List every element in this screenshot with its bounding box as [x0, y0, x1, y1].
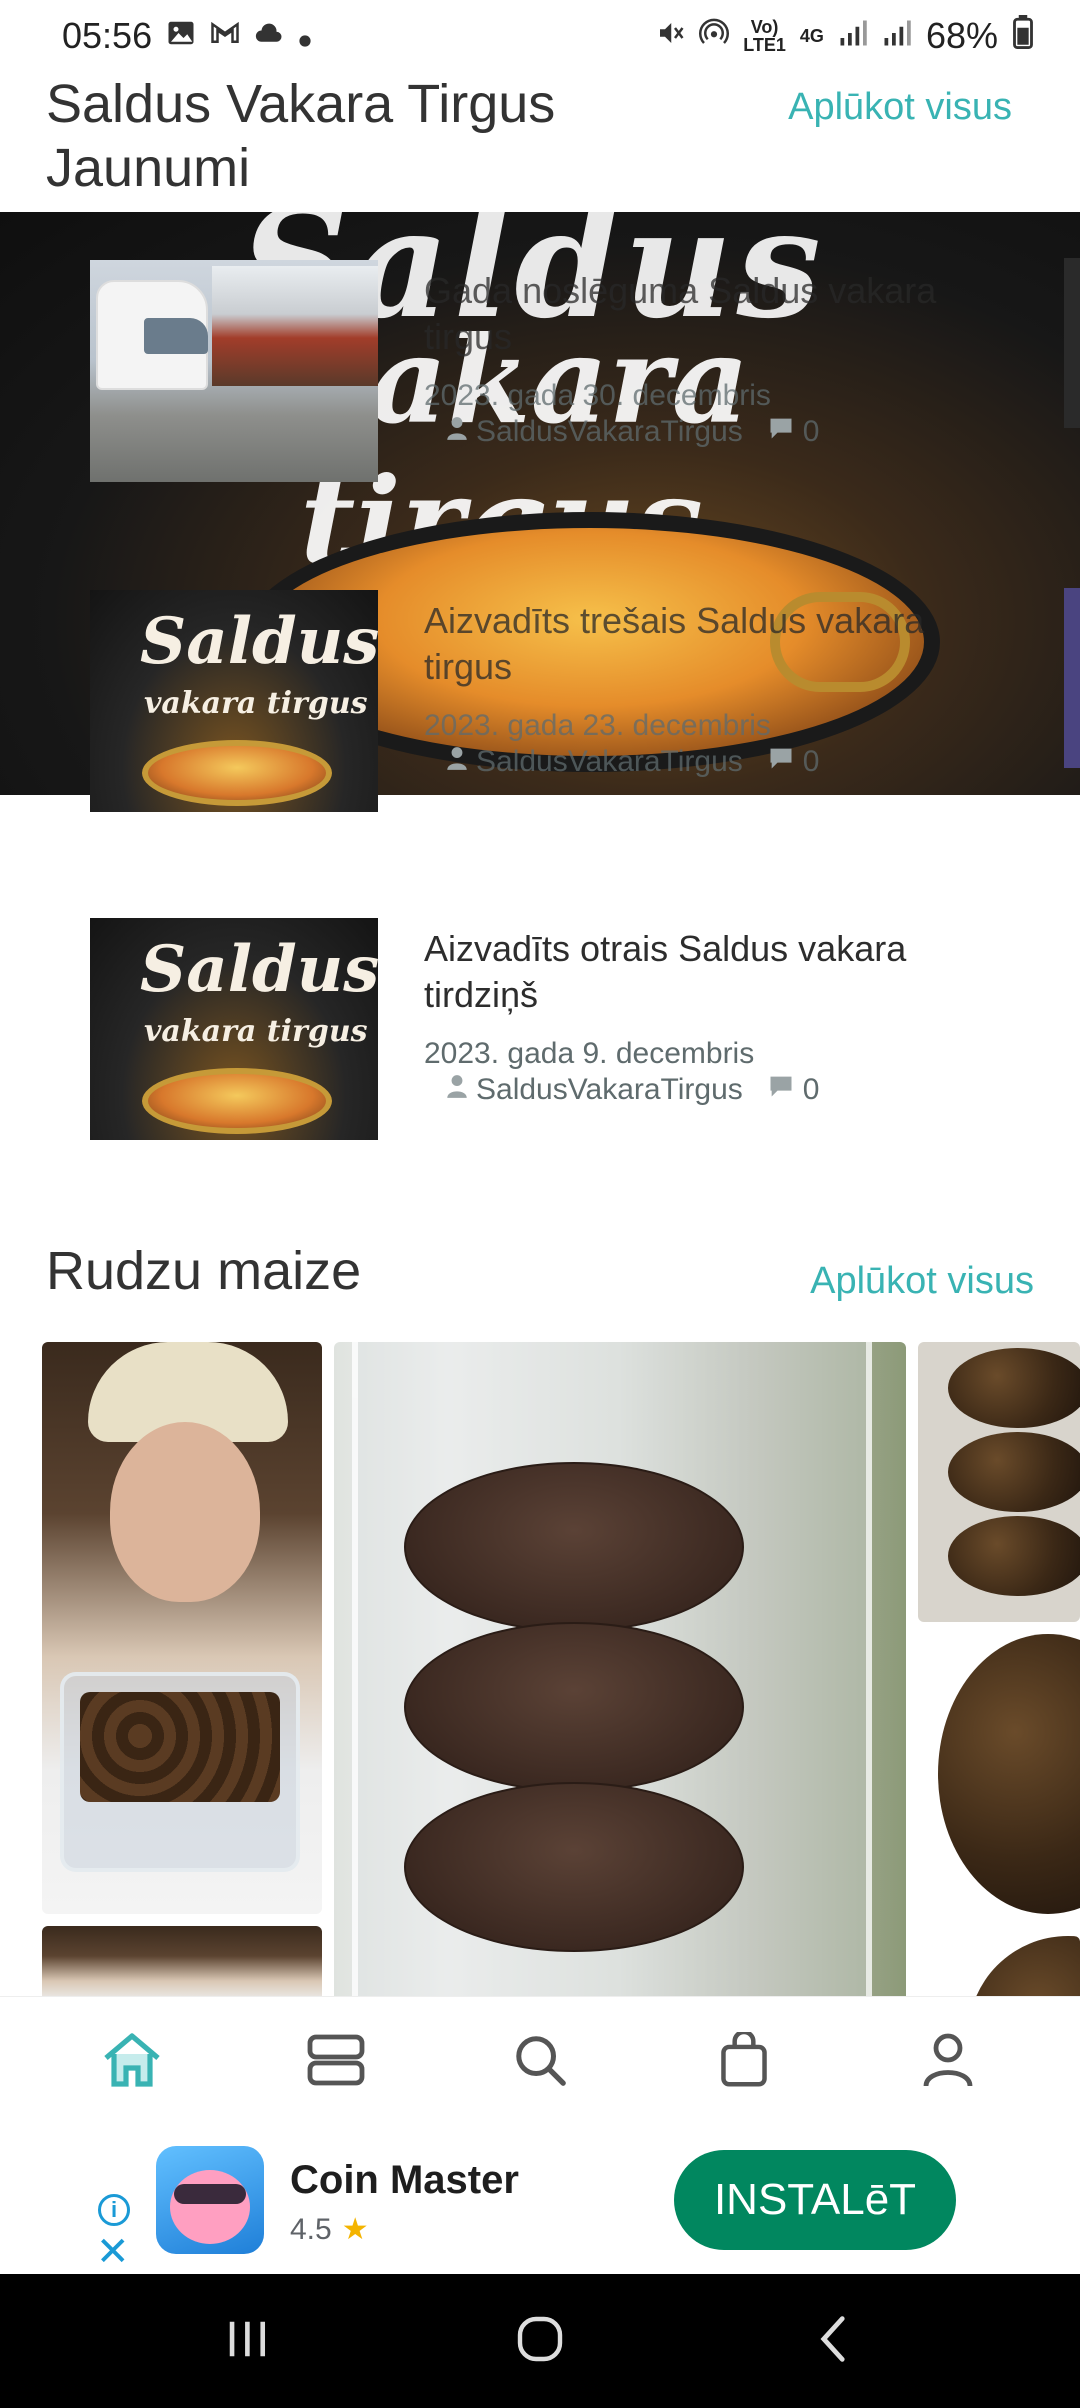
- section-title: Rudzu maize: [46, 1241, 362, 1301]
- comment-icon: [767, 744, 795, 780]
- logo-pan-image: [142, 740, 332, 806]
- ad-rating-value: 4.5: [290, 2212, 332, 2246]
- news-title[interactable]: Aizvadīts trešais Saldus vakara tirgus: [424, 598, 984, 690]
- news-author[interactable]: SaldusVakaraTirgus: [476, 1072, 743, 1108]
- product-image-jar[interactable]: [334, 1342, 906, 1996]
- next-slide-edge-2: [1064, 588, 1080, 768]
- news-thumbnail[interactable]: Saldus vakara tirgus: [90, 590, 378, 812]
- news-author[interactable]: SaldusVakaraTirgus: [476, 414, 743, 450]
- cloud-notification-icon: [254, 15, 284, 57]
- author-icon: [446, 414, 468, 450]
- recent-apps-button[interactable]: [202, 2301, 292, 2381]
- gallery-notification-icon: [166, 15, 196, 57]
- product-gallery: [0, 1342, 1080, 1996]
- news-item[interactable]: Saldus vakara tirgus Aizvadīts otrais Sa…: [90, 918, 1050, 1148]
- system-navigation-bar: [0, 2274, 1080, 2408]
- hotspot-icon: [699, 15, 730, 57]
- comment-icon: [767, 1072, 795, 1108]
- more-notifications-icon: [298, 15, 312, 57]
- news-comment-count: 0: [802, 415, 820, 448]
- news-item[interactable]: Saldus vakara tirgus Aizvadīts trešais S…: [90, 590, 1050, 820]
- network-type: 4G: [799, 26, 824, 46]
- news-title[interactable]: Aizvadīts otrais Saldus vakara tirdziņš: [424, 926, 984, 1018]
- next-slide-edge: [1064, 258, 1080, 428]
- ad-info-icon[interactable]: i: [98, 2194, 130, 2226]
- star-icon: ★: [341, 2213, 369, 2246]
- news-thumbnail[interactable]: Saldus vakara tirgus: [90, 918, 378, 1140]
- view-all-products-link[interactable]: Aplūkot visus: [810, 1260, 1034, 1303]
- search-icon: [513, 2033, 567, 2092]
- view-all-news-link[interactable]: Aplūkot visus: [788, 86, 1012, 129]
- nav-home[interactable]: [72, 2013, 192, 2113]
- signal-1-icon: [838, 15, 868, 57]
- logo-text-vakara: vakara tirgus: [144, 1014, 368, 1049]
- news-item[interactable]: Gada noslēguma Saldus vakara tirgus 2023…: [90, 260, 1050, 490]
- status-time: 05:56: [62, 15, 153, 56]
- page-title: Saldus Vakara Tirgus Jaunumi: [46, 74, 556, 198]
- product-image-baker[interactable]: [42, 1342, 322, 1914]
- news-date: 2023. gada 23. decembris: [424, 709, 771, 742]
- news-meta-row: SaldusVakaraTirgus 0: [446, 744, 1046, 780]
- ad-close-icon[interactable]: ✕: [96, 2232, 130, 2272]
- product-image-stack[interactable]: [918, 1342, 1080, 1622]
- nav-profile[interactable]: [888, 2013, 1008, 2113]
- gmail-notification-icon: [210, 15, 240, 57]
- nav-categories[interactable]: [276, 2013, 396, 2113]
- profile-icon: [922, 2032, 974, 2093]
- news-comment-count: 0: [802, 745, 820, 778]
- bag-icon: [719, 2029, 769, 2093]
- home-button[interactable]: [495, 2301, 585, 2381]
- news-meta-row: SaldusVakaraTirgus 0: [446, 1072, 1046, 1108]
- ad-app-name[interactable]: Coin Master: [290, 2158, 519, 2203]
- status-right: Vo) LTE1 4G 68%: [655, 14, 1034, 58]
- author-icon: [446, 1072, 468, 1108]
- logo-text-saldus: Saldus: [140, 604, 378, 679]
- van-image: [96, 280, 208, 390]
- news-comment-count: 0: [802, 1073, 820, 1106]
- author-icon: [446, 744, 468, 780]
- bottom-navigation: [0, 1996, 1080, 2128]
- coin-master-app-icon[interactable]: [156, 2146, 264, 2254]
- battery-percent: 68%: [925, 15, 998, 56]
- signal-2-icon: [882, 15, 912, 57]
- install-button[interactable]: INSTALēT: [674, 2150, 956, 2250]
- back-button[interactable]: [788, 2301, 878, 2381]
- ad-rating: 4.5 ★: [290, 2212, 369, 2247]
- app-header: Saldus Vakara Tirgus Jaunumi Aplūkot vis…: [0, 72, 1080, 212]
- status-left: 05:56: [62, 15, 312, 57]
- news-author[interactable]: SaldusVakaraTirgus: [476, 744, 743, 780]
- market-stall-image: [212, 266, 378, 386]
- logo-text-vakara: vakara tirgus: [144, 686, 368, 721]
- product-image-bread-2[interactable]: [918, 1936, 1080, 1996]
- mute-icon: [655, 15, 685, 57]
- volte-indicator: Vo) LTE1: [743, 17, 786, 55]
- logo-text-saldus: Saldus: [140, 932, 378, 1007]
- nav-search[interactable]: [480, 2013, 600, 2113]
- product-image-small[interactable]: [42, 1926, 322, 1996]
- comment-icon: [767, 414, 795, 450]
- home-icon: [100, 2030, 164, 2095]
- news-date: 2023. gada 9. decembris: [424, 1037, 755, 1070]
- status-bar: 05:56 Vo) LTE1 4G 68%: [0, 0, 1080, 72]
- news-meta-row: SaldusVakaraTirgus 0: [446, 414, 1046, 450]
- news-date: 2023. gada 30. decembris: [424, 379, 771, 412]
- product-image-bread[interactable]: [918, 1634, 1080, 1924]
- logo-pan-image: [142, 1068, 332, 1134]
- list-icon: [306, 2033, 366, 2092]
- back-chevron-icon: [818, 2315, 848, 2368]
- ad-banner[interactable]: i ✕ Coin Master 4.5 ★ INSTALēT: [0, 2128, 1080, 2274]
- recent-apps-icon: [224, 2317, 270, 2366]
- news-thumbnail[interactable]: [90, 260, 378, 482]
- home-circle-icon: [516, 2315, 564, 2368]
- nav-cart[interactable]: [684, 2013, 804, 2113]
- news-title[interactable]: Gada noslēguma Saldus vakara tirgus: [424, 268, 984, 360]
- battery-icon: [1012, 14, 1034, 58]
